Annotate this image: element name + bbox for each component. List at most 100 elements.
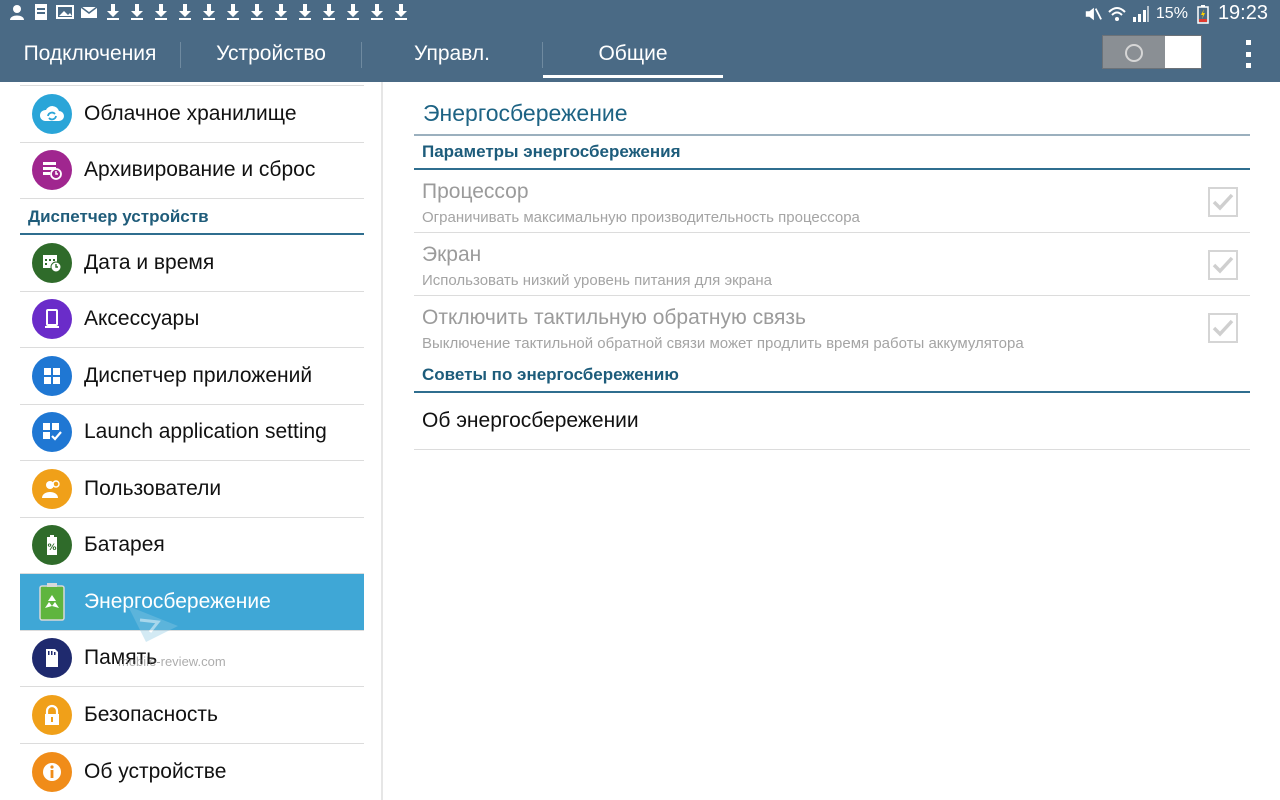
wifi-icon bbox=[1108, 5, 1126, 23]
download-icon bbox=[296, 3, 314, 21]
backup-reset-icon bbox=[32, 150, 72, 191]
tab-label: Устройство bbox=[216, 42, 326, 65]
sidebar-item-label: Аксессуары bbox=[84, 307, 200, 331]
recycle-battery-icon bbox=[32, 582, 72, 622]
watermark: mobile-review.com bbox=[118, 598, 238, 678]
clock: 19:23 bbox=[1217, 2, 1268, 24]
tab-connections[interactable]: Подключения bbox=[0, 26, 180, 82]
tab-device[interactable]: Устройство bbox=[181, 26, 361, 82]
calendar-clock-icon bbox=[32, 242, 72, 283]
image-icon bbox=[56, 3, 74, 21]
sidebar-section-header: Диспетчер устройств bbox=[20, 199, 364, 235]
toggle-off-icon bbox=[1125, 44, 1143, 62]
sidebar-item-launch-application-setting[interactable]: Launch application setting bbox=[20, 405, 364, 461]
section-header-tips: Советы по энергосбережению bbox=[414, 359, 1250, 393]
sidebar-item-label: Пользователи bbox=[84, 476, 222, 500]
option-screen[interactable]: Экран Использовать низкий уровень питани… bbox=[414, 233, 1250, 296]
download-icon bbox=[320, 3, 338, 21]
option-title: Процессор bbox=[422, 180, 529, 203]
checkmark-icon bbox=[1212, 319, 1234, 337]
cloud-sync-icon bbox=[32, 93, 72, 134]
option-subtitle: Использовать низкий уровень питания для … bbox=[422, 272, 772, 289]
sidebar-item-label: Launch application setting bbox=[84, 420, 327, 444]
power-saving-panel: Энергосбережение Параметры энергосбереже… bbox=[414, 100, 1250, 450]
tab-general[interactable]: Общие bbox=[543, 26, 723, 82]
download-icon bbox=[152, 3, 170, 21]
download-icon bbox=[272, 3, 290, 21]
tab-label: Подключения bbox=[23, 42, 157, 65]
toggle-knob bbox=[1165, 36, 1201, 68]
download-icon bbox=[344, 3, 362, 21]
about-power-saving-link[interactable]: Об энергосбережении bbox=[414, 393, 1250, 450]
download-icon bbox=[104, 3, 122, 21]
cpu-checkbox[interactable] bbox=[1208, 187, 1238, 217]
app-grid-check-icon bbox=[32, 412, 72, 453]
watermark-logo-icon bbox=[128, 606, 178, 642]
download-icon bbox=[368, 3, 386, 21]
sidebar-item-date-time[interactable]: Дата и время bbox=[20, 235, 364, 292]
battery-percent-icon: % bbox=[32, 525, 72, 566]
page-title: Энергосбережение bbox=[414, 100, 1250, 136]
download-icon bbox=[248, 3, 266, 21]
sidebar-item-label: Архивирование и сброс bbox=[84, 158, 316, 182]
selected-tab-indicator bbox=[543, 75, 723, 78]
watermark-text: mobile-review.com bbox=[118, 654, 226, 669]
sidebar-item-security[interactable]: Безопасность bbox=[20, 687, 364, 744]
download-icon bbox=[128, 3, 146, 21]
tab-controls[interactable]: Управл. bbox=[362, 26, 542, 82]
more-options-icon[interactable] bbox=[1238, 40, 1258, 68]
sidebar-item-label: Безопасность bbox=[84, 702, 218, 726]
section-header-options: Параметры энергосбережения bbox=[414, 136, 1250, 170]
account-icon bbox=[8, 3, 26, 21]
option-subtitle: Выключение тактильной обратной связи мож… bbox=[422, 335, 1024, 352]
option-title: Экран bbox=[422, 243, 482, 266]
sidebar-item-label: Облачное хранилище bbox=[84, 101, 297, 125]
sidebar-item-battery[interactable]: % Батарея bbox=[20, 518, 364, 574]
download-icon bbox=[224, 3, 242, 21]
sidebar-item-users[interactable]: Пользователи bbox=[20, 461, 364, 518]
mute-icon bbox=[1084, 5, 1102, 23]
lock-icon bbox=[32, 694, 72, 735]
sidebar-item-app-manager[interactable]: Диспетчер приложений bbox=[20, 348, 364, 405]
option-cpu[interactable]: Процессор Ограничивать максимальную прои… bbox=[414, 170, 1250, 233]
battery-charging-icon bbox=[1194, 4, 1212, 24]
checkmark-icon bbox=[1212, 193, 1234, 211]
tab-label: Общие bbox=[598, 42, 668, 65]
sidebar-item-label: Дата и время bbox=[84, 250, 215, 274]
app-grid-icon bbox=[32, 355, 72, 396]
sidebar-item-cloud[interactable]: Облачное хранилище bbox=[20, 86, 364, 143]
option-haptic-feedback[interactable]: Отключить тактильную обратную связь Выкл… bbox=[414, 296, 1250, 359]
sidebar-item-label: Диспетчер приложений bbox=[84, 363, 313, 387]
sidebar-item-label: Об устройстве bbox=[84, 759, 227, 783]
haptic-checkbox[interactable] bbox=[1208, 313, 1238, 343]
email-icon bbox=[80, 3, 98, 21]
battery-percent: 15% bbox=[1155, 4, 1188, 22]
tab-bar: Подключения Устройство Управл. Общие bbox=[0, 26, 1280, 82]
screen-checkbox[interactable] bbox=[1208, 250, 1238, 280]
option-subtitle: Ограничивать максимальную производительн… bbox=[422, 209, 860, 226]
download-icon bbox=[200, 3, 218, 21]
signal-icon bbox=[1132, 5, 1150, 23]
tablet-accessory-icon bbox=[32, 299, 72, 340]
sidebar-item-backup-reset[interactable]: Архивирование и сброс bbox=[20, 143, 364, 199]
sidebar-item-label: Батарея bbox=[84, 533, 165, 557]
download-icon bbox=[176, 3, 194, 21]
sidebar-list: Облачное хранилище Архивирование и сброс… bbox=[20, 82, 364, 800]
checkmark-icon bbox=[1212, 256, 1234, 274]
status-bar: 15% 19:23 bbox=[0, 0, 1280, 26]
system-status: 15% 19:23 bbox=[1084, 2, 1268, 25]
sidebar-item-accessories[interactable]: Аксессуары bbox=[20, 292, 364, 348]
power-saving-toggle[interactable] bbox=[1102, 35, 1202, 69]
option-title: Отключить тактильную обратную связь bbox=[422, 306, 806, 329]
download-icon bbox=[392, 3, 410, 21]
notification-icons bbox=[8, 3, 410, 21]
tab-label: Управл. bbox=[414, 42, 490, 65]
sd-card-icon bbox=[32, 638, 72, 679]
document-icon bbox=[32, 3, 50, 21]
users-icon bbox=[32, 468, 72, 509]
info-icon bbox=[32, 751, 72, 792]
svg-text:%: % bbox=[47, 543, 56, 553]
section-label: Диспетчер устройств bbox=[28, 207, 209, 226]
sidebar-item-about-device[interactable]: Об устройстве bbox=[20, 744, 364, 800]
settings-sidebar: Облачное хранилище Архивирование и сброс… bbox=[0, 82, 383, 800]
